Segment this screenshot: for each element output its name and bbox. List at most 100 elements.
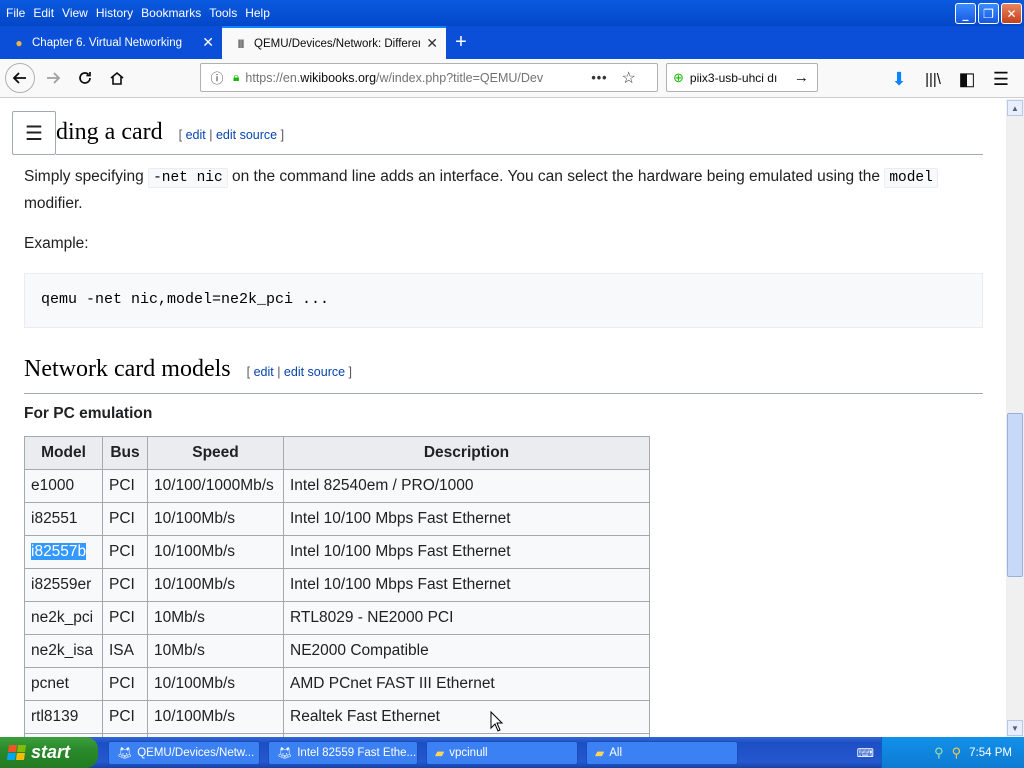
example-label: Example: [24, 235, 89, 252]
table-row: rtl8139 PCI 10/100Mb/s Realtek Fast Ethe… [24, 700, 650, 734]
cell-bus: PCI [102, 667, 148, 701]
menu-file[interactable]: File [2, 4, 29, 22]
edit-source-link[interactable]: edit source [284, 365, 345, 379]
reload-button[interactable] [69, 62, 101, 94]
maximize-button[interactable]: ❐ [978, 3, 999, 24]
search-input[interactable]: piix3-usb-uhci dı [690, 71, 790, 85]
close-window-button[interactable]: ✕ [1001, 3, 1022, 24]
network-icon[interactable]: ⚲ [934, 745, 944, 761]
bookmark-star-icon[interactable]: ☆ [622, 68, 636, 88]
taskbar-button-vpcinull[interactable]: ▰ vpcinull [426, 740, 578, 765]
start-button[interactable]: start [0, 737, 98, 768]
cell-speed: 10/100Mb/s [147, 535, 284, 569]
tab-title: Chapter 6. Virtual Networking [32, 36, 182, 49]
folder-icon: ▰ [595, 745, 605, 760]
cell-bus: ISA [102, 634, 148, 668]
search-engine-icon: ⊕ [673, 69, 684, 85]
info-icon[interactable]: ⓘ [207, 68, 227, 87]
scroll-up-arrow-icon[interactable]: ▲ [1007, 100, 1023, 116]
menu-tools[interactable]: Tools [205, 4, 241, 22]
cell-bus: PCI [102, 502, 148, 536]
cell-speed: 10/100/1000Mb/s [147, 469, 284, 503]
edit-source-link[interactable]: edit source [216, 128, 277, 142]
inline-code: -net nic [148, 168, 228, 188]
cell-description: RTL8029 - NE2000 PCI [283, 601, 650, 635]
downloads-button[interactable]: ⬇ [884, 63, 914, 95]
cell-speed: 10/100Mb/s [147, 667, 284, 701]
forward-arrow-icon [47, 72, 61, 84]
scroll-down-arrow-icon[interactable]: ▼ [1007, 720, 1023, 736]
menu-hamburger-button[interactable]: ☰ [986, 63, 1016, 95]
cell-description: AMD PCnet FAST III Ethernet [283, 667, 650, 701]
taskbar-button-all[interactable]: ▰ All [586, 740, 738, 765]
cell-speed: 10/100Mb/s [147, 502, 284, 536]
table-row: i82551 PCI 10/100Mb/s Intel 10/100 Mbps … [24, 502, 650, 536]
selected-text: i82557b [31, 543, 87, 560]
page-content: ☰ ding a card [ edit | edit source ] Sim… [0, 99, 1006, 737]
section-heading-adding-card: ding a card [ edit | edit source ] [56, 119, 983, 155]
forward-button[interactable] [37, 62, 69, 94]
cell-description: Intel 10/100 Mbps Fast Ethernet [283, 502, 650, 536]
system-tray: ⚲ ⚲ 7:54 PM [881, 737, 1024, 768]
minimize-button[interactable]: _ [955, 3, 976, 24]
cell-model: pcnet [24, 667, 103, 701]
cell-description: Intel 10/100 Mbps Fast Ethernet [283, 535, 650, 569]
taskbar-button-qemu[interactable]: 🦊︎ QEMU/Devices/Netw... [108, 740, 260, 765]
edit-link[interactable]: edit [186, 128, 206, 142]
close-tab-icon[interactable]: ✕ [202, 34, 214, 51]
menu-bar: File Edit View History Bookmarks Tools H… [0, 0, 1024, 26]
vertical-scrollbar[interactable]: ▲ ▼ [1006, 99, 1024, 737]
folder-icon: ▰ [435, 745, 445, 760]
cell-bus: PCI [102, 535, 148, 569]
toc-toggle-button[interactable]: ☰ [12, 111, 56, 155]
section-heading-network-card-models: Network card models [ edit | edit source… [24, 356, 983, 394]
edit-link[interactable]: edit [254, 365, 274, 379]
home-button[interactable] [101, 62, 133, 94]
subsection-heading: For PC emulation [24, 405, 153, 422]
cell-speed: 10Mb/s [147, 601, 284, 635]
window-controls: _ ❐ ✕ [955, 3, 1022, 24]
table-row: i82559er PCI 10/100Mb/s Intel 10/100 Mbp… [24, 568, 650, 602]
taskbar-button-intel[interactable]: 🦊︎ Intel 82559 Fast Ethe... [268, 740, 418, 765]
cell-model: e1000 [24, 469, 103, 503]
keyboard-icon[interactable]: ⌨ [857, 746, 874, 760]
sidebar-button[interactable]: ◧ [952, 63, 982, 95]
menu-edit[interactable]: Edit [29, 4, 58, 22]
firefox-icon: 🦊︎ [117, 745, 133, 760]
home-icon [110, 71, 124, 85]
menu-help[interactable]: Help [241, 4, 274, 22]
edit-section-links: [ edit | edit source ] [178, 128, 285, 142]
library-button[interactable]: |||\ [918, 63, 948, 95]
menu-view[interactable]: View [58, 4, 92, 22]
url-bar[interactable]: ⓘ 🔒︎ https://en.wikibooks.org/w/index.ph… [200, 63, 658, 92]
cell-description: Realtek Fast Ethernet [283, 700, 650, 734]
column-header: Description [283, 436, 650, 470]
cell-bus: PCI [102, 568, 148, 602]
close-tab-icon[interactable]: ✕ [426, 35, 438, 52]
tab-qemu-network[interactable]: 𝍫 QEMU/Devices/Network: Differen ✕ [222, 26, 446, 59]
cell-speed: 10/100Mb/s [147, 568, 284, 602]
cell-description: Intel 82540em / PRO/1000 [283, 469, 650, 503]
table-header-row: Model Bus Speed Description [24, 436, 650, 470]
tab-strip: ● Chapter 6. Virtual Networking ✕ 𝍫 QEMU… [0, 26, 1024, 59]
back-button[interactable] [5, 63, 35, 93]
search-bar[interactable]: ⊕ piix3-usb-uhci dı → [666, 63, 818, 92]
url-text[interactable]: https://en.wikibooks.org/w/index.php?tit… [245, 71, 583, 85]
favicon-icon: ● [15, 35, 23, 50]
tab-virtual-networking[interactable]: ● Chapter 6. Virtual Networking ✕ [0, 26, 222, 59]
table-row: ne2k_isa ISA 10Mb/s NE2000 Compatible [24, 634, 650, 668]
table-row: e1000 PCI 10/100/1000Mb/s Intel 82540em … [24, 469, 650, 503]
search-go-icon[interactable]: → [794, 69, 809, 86]
search-tray-icon[interactable]: ⚲ [952, 745, 962, 761]
menu-history[interactable]: History [92, 4, 137, 22]
taskbar: start 🦊︎ QEMU/Devices/Netw... 🦊︎ Intel 825… [0, 737, 1024, 768]
menu-bookmarks[interactable]: Bookmarks [137, 4, 205, 22]
new-tab-button[interactable]: + [446, 26, 476, 59]
table-row: ne2k_pci PCI 10Mb/s RTL8029 - NE2000 PCI [24, 601, 650, 635]
network-card-table: Model Bus Speed Description e1000 PCI 10… [24, 436, 650, 737]
reload-icon [79, 72, 91, 84]
lock-icon[interactable]: 🔒︎ [233, 70, 239, 85]
page-actions-icon[interactable]: ••• [591, 71, 607, 85]
clock[interactable]: 7:54 PM [969, 747, 1012, 759]
scrollbar-thumb[interactable] [1007, 413, 1023, 577]
